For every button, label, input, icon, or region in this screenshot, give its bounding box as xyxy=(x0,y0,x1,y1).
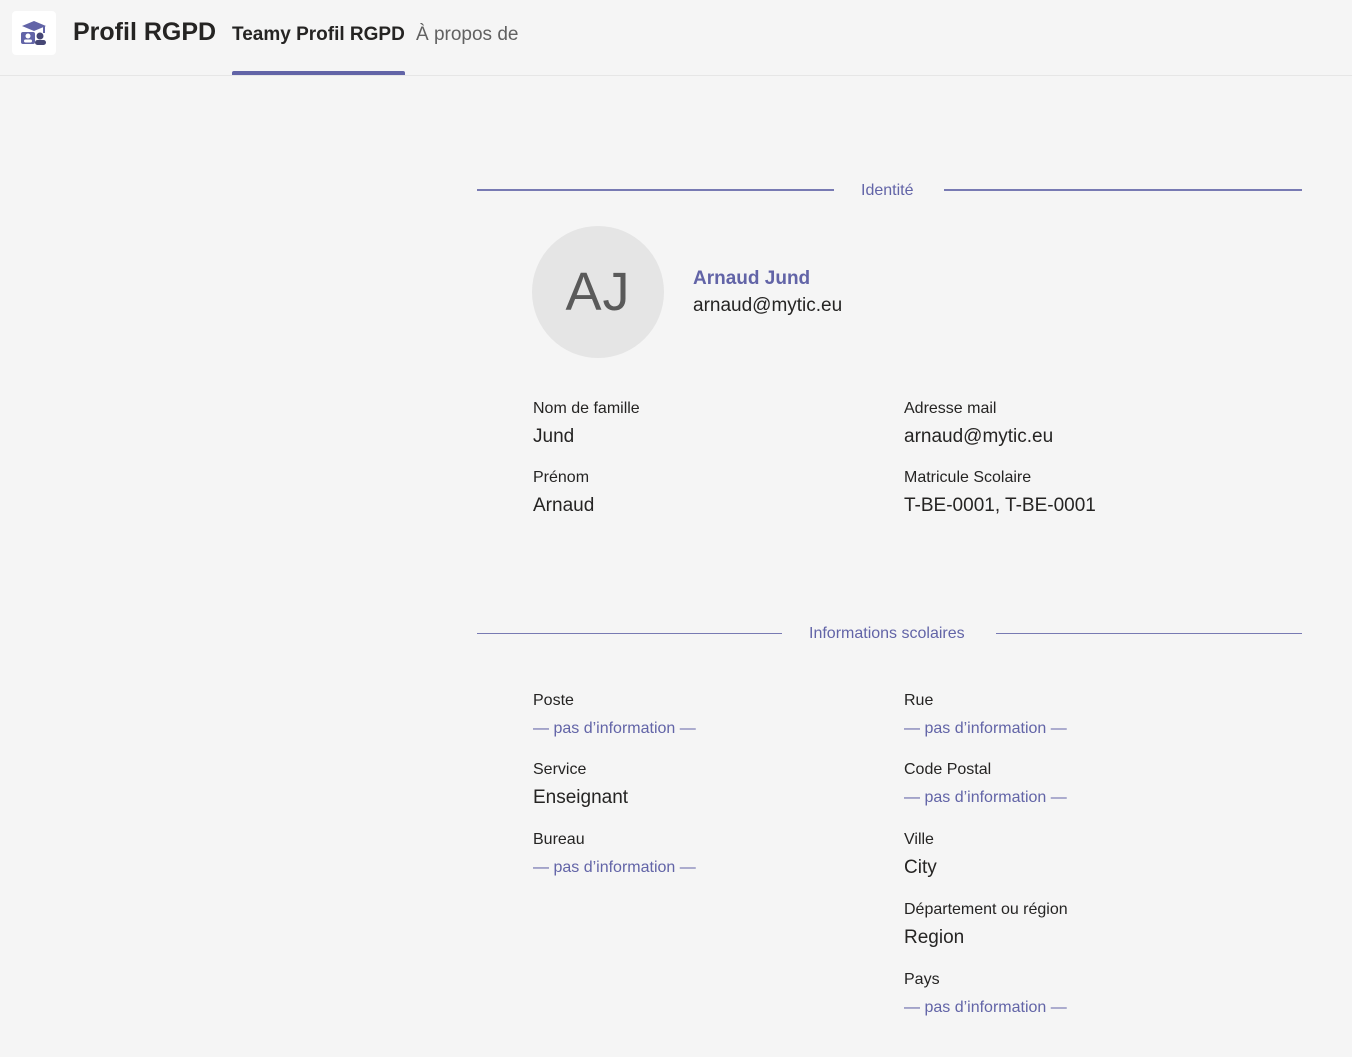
service-label: Service xyxy=(533,761,587,778)
pays-value: — pas d’information — xyxy=(904,999,1067,1016)
app-title: Profil RGPD xyxy=(73,18,217,46)
school-divider-left xyxy=(477,633,782,634)
ville-label: Ville xyxy=(904,831,934,848)
mail-label: Adresse mail xyxy=(904,400,997,417)
school-section-title: Informations scolaires xyxy=(809,625,965,642)
service-value: Enseignant xyxy=(533,787,629,808)
code-postal-value: — pas d’information — xyxy=(904,789,1067,806)
matricule-label: Matricule Scolaire xyxy=(904,469,1032,486)
tab-about[interactable]: À propos de xyxy=(416,24,518,75)
last-name-value: Jund xyxy=(533,426,575,447)
avatar: AJ xyxy=(532,226,664,358)
first-name-label: Prénom xyxy=(533,469,590,486)
rue-value: — pas d’information — xyxy=(904,720,1067,737)
bureau-label: Bureau xyxy=(533,831,585,848)
main-content: Identité AJ Arnaud Jund arnaud@mytic.eu … xyxy=(0,76,1352,1057)
profile-email: arnaud@mytic.eu xyxy=(693,295,843,316)
top-bar: Profil RGPD Teamy Profil RGPD À propos d… xyxy=(0,0,1352,76)
departement-label: Département ou région xyxy=(904,901,1068,918)
school-divider-right xyxy=(996,633,1302,634)
identity-divider-left xyxy=(477,189,834,191)
identity-divider-right xyxy=(944,189,1302,191)
bureau-value: — pas d’information — xyxy=(533,859,696,876)
poste-label: Poste xyxy=(533,692,574,709)
last-name-label: Nom de famille xyxy=(533,400,640,417)
rue-label: Rue xyxy=(904,692,934,709)
tab-teamy-profil-rgpd[interactable]: Teamy Profil RGPD xyxy=(232,24,405,75)
mail-value: arnaud@mytic.eu xyxy=(904,426,1054,447)
matricule-value: T-BE-0001, T-BE-0001 xyxy=(904,495,1096,516)
poste-value: — pas d’information — xyxy=(533,720,696,737)
identity-section-title: Identité xyxy=(861,182,914,199)
pays-label: Pays xyxy=(904,971,940,988)
ville-value: City xyxy=(904,857,937,878)
code-postal-label: Code Postal xyxy=(904,761,992,778)
first-name-value: Arnaud xyxy=(533,495,595,516)
graduation-cap-users-icon xyxy=(12,11,56,55)
profile-display-name: Arnaud Jund xyxy=(693,268,811,289)
departement-value: Region xyxy=(904,927,965,948)
